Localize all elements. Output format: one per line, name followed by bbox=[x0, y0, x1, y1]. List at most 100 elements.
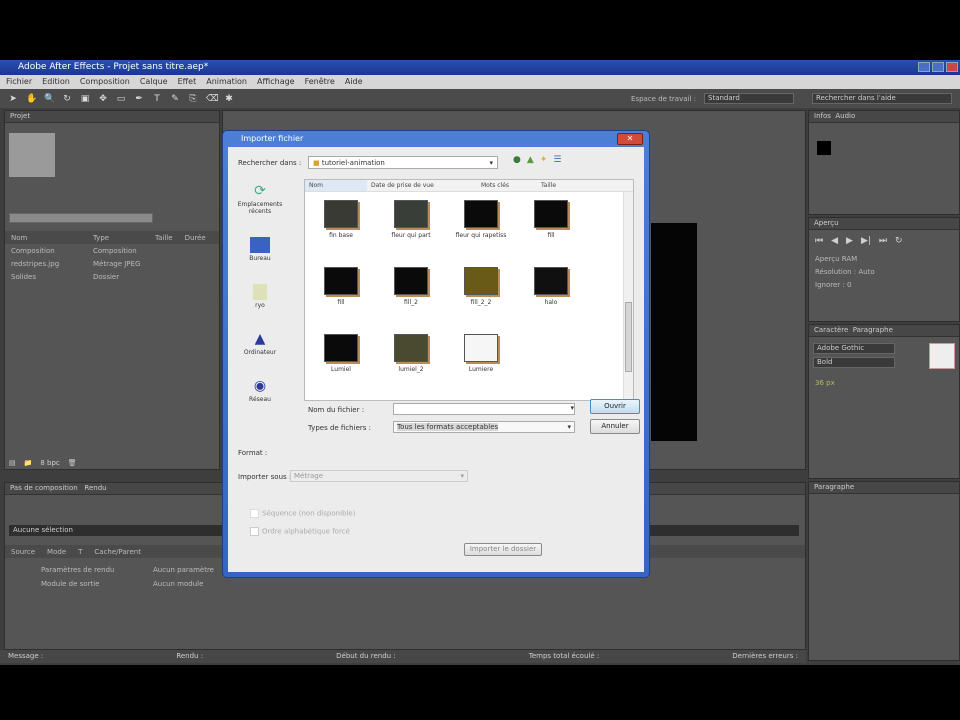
import-folder-button[interactable]: Importer le dossier bbox=[464, 543, 542, 556]
menu-composition[interactable]: Composition bbox=[80, 77, 130, 87]
info-tab[interactable]: Infos bbox=[814, 112, 831, 120]
menu-animation[interactable]: Animation bbox=[206, 77, 247, 87]
audio-tab[interactable]: Audio bbox=[835, 112, 855, 120]
last-frame-icon[interactable]: ⏭ bbox=[879, 236, 887, 246]
column-name[interactable]: Nom bbox=[11, 234, 81, 242]
new-folder-icon[interactable]: 📁 bbox=[24, 459, 33, 467]
import-as-select[interactable]: Métrage ▾ bbox=[290, 470, 468, 482]
project-tab[interactable]: Projet bbox=[5, 111, 219, 123]
trash-icon[interactable]: 🗑 bbox=[68, 459, 77, 467]
filetype-select[interactable]: Tous les formats acceptables ▾ bbox=[393, 421, 575, 433]
file-list-scrollbar[interactable] bbox=[623, 192, 633, 400]
menu-edit[interactable]: Edition bbox=[42, 77, 70, 87]
brush-tool-icon[interactable]: ✎ bbox=[170, 94, 180, 104]
selection-tool-icon[interactable]: ➤ bbox=[8, 94, 18, 104]
bpc-toggle[interactable]: 8 bpc bbox=[40, 459, 59, 467]
hand-tool-icon[interactable]: ✋ bbox=[26, 94, 37, 104]
dialog-close-button[interactable]: ✕ bbox=[617, 133, 643, 145]
mask-tool-icon[interactable]: ▭ bbox=[116, 94, 126, 104]
zoom-tool-icon[interactable]: 🔍 bbox=[44, 94, 55, 104]
pan-behind-tool-icon[interactable]: ✥ bbox=[98, 94, 108, 104]
pen-tool-icon[interactable]: ✒ bbox=[134, 94, 144, 104]
maximize-button[interactable] bbox=[932, 62, 944, 72]
interpret-footage-icon[interactable]: ▤ bbox=[9, 459, 16, 467]
menu-window[interactable]: Fenêtre bbox=[305, 77, 335, 87]
column-mode[interactable]: Mode bbox=[47, 548, 66, 556]
skip-option[interactable]: Ignorer : 0 bbox=[809, 278, 959, 291]
column-t[interactable]: T bbox=[78, 548, 82, 556]
render-tab[interactable]: Rendu bbox=[84, 484, 106, 492]
help-search-input[interactable]: Rechercher dans l'aide bbox=[812, 93, 952, 104]
first-frame-icon[interactable]: ⏮ bbox=[815, 236, 823, 246]
file-item[interactable]: fleur qui part bbox=[381, 200, 441, 239]
menu-file[interactable]: Fichier bbox=[6, 77, 32, 87]
rotate-tool-icon[interactable]: ↻ bbox=[62, 94, 72, 104]
column-date[interactable]: Date de prise de vue bbox=[367, 180, 477, 191]
row-value[interactable]: Aucun module bbox=[153, 580, 203, 588]
place-recent[interactable]: ⟳ Emplacements récents bbox=[230, 183, 290, 215]
file-item[interactable]: fleur qui rapetiss bbox=[451, 200, 511, 239]
puppet-tool-icon[interactable]: ✱ bbox=[224, 94, 234, 104]
column-duration[interactable]: Durée bbox=[185, 234, 206, 242]
camera-tool-icon[interactable]: ▣ bbox=[80, 94, 90, 104]
alphabetical-checkbox[interactable] bbox=[250, 527, 259, 536]
prev-frame-icon[interactable]: ◀ bbox=[831, 236, 838, 246]
column-parent[interactable]: Cache/Parent bbox=[94, 548, 141, 556]
menu-layer[interactable]: Calque bbox=[140, 77, 168, 87]
fill-color-swatch[interactable] bbox=[929, 343, 955, 369]
sequence-checkbox[interactable] bbox=[250, 509, 259, 518]
file-item[interactable]: halo bbox=[521, 267, 581, 306]
file-item[interactable]: fill bbox=[521, 200, 581, 239]
text-tool-icon[interactable]: T bbox=[152, 94, 162, 104]
project-search-input[interactable] bbox=[9, 213, 153, 223]
resolution-option[interactable]: Résolution : Auto bbox=[809, 265, 959, 278]
column-size[interactable]: Taille bbox=[537, 180, 597, 191]
back-icon[interactable]: ● bbox=[513, 155, 521, 165]
file-item[interactable]: Lumiere bbox=[451, 334, 511, 373]
project-item[interactable]: redstripes.jpg Métrage JPEG bbox=[5, 257, 219, 270]
project-item[interactable]: Solides Dossier bbox=[5, 270, 219, 283]
loop-icon[interactable]: ↻ bbox=[895, 236, 903, 246]
column-name[interactable]: Nom bbox=[305, 180, 367, 191]
file-item[interactable]: fin base bbox=[311, 200, 371, 239]
file-item[interactable]: fill bbox=[311, 267, 371, 306]
minimize-button[interactable] bbox=[918, 62, 930, 72]
look-in-select[interactable]: ■ tutoriel-animation ▾ bbox=[308, 156, 498, 169]
column-keywords[interactable]: Mots clés bbox=[477, 180, 537, 191]
place-computer[interactable]: ▲ Ordinateur bbox=[230, 331, 290, 356]
up-folder-icon[interactable]: ▲ bbox=[527, 155, 534, 165]
filename-input[interactable]: ▾ bbox=[393, 403, 575, 415]
open-button[interactable]: Ouvrir bbox=[590, 399, 640, 414]
place-network[interactable]: ◉ Réseau bbox=[230, 378, 290, 403]
project-item[interactable]: Composition Composition bbox=[5, 244, 219, 257]
render-settings-row[interactable]: Paramètres de rendu Aucun paramètre bbox=[35, 563, 220, 576]
menu-view[interactable]: Affichage bbox=[257, 77, 295, 87]
timeline-tab[interactable]: Pas de composition bbox=[10, 484, 78, 492]
paragraph-panel-tab[interactable]: Paragraphe bbox=[809, 482, 959, 494]
play-icon[interactable]: ▶ bbox=[846, 236, 853, 246]
cancel-button[interactable]: Annuler bbox=[590, 419, 640, 434]
font-style-select[interactable]: Bold bbox=[813, 357, 895, 368]
column-source[interactable]: Source bbox=[11, 548, 35, 556]
close-button[interactable] bbox=[946, 62, 958, 72]
menu-effect[interactable]: Effet bbox=[178, 77, 197, 87]
row-value[interactable]: Aucun paramètre bbox=[153, 566, 214, 574]
ram-preview-option[interactable]: Aperçu RAM bbox=[809, 252, 959, 265]
output-module-row[interactable]: Module de sortie Aucun module bbox=[35, 577, 209, 590]
clone-tool-icon[interactable]: ⎘ bbox=[188, 94, 198, 104]
file-item[interactable]: fill_2_2 bbox=[451, 267, 511, 306]
column-size[interactable]: Taille bbox=[155, 234, 173, 242]
place-user[interactable]: ryo bbox=[230, 284, 290, 309]
character-tab[interactable]: Caractère bbox=[814, 326, 848, 334]
file-item[interactable]: lumiel_2 bbox=[381, 334, 441, 373]
new-folder-icon[interactable]: ✦ bbox=[540, 155, 548, 165]
workspace-select[interactable]: Standard bbox=[704, 93, 794, 104]
view-menu-icon[interactable]: ☰ bbox=[553, 155, 561, 165]
file-item[interactable]: fill_2 bbox=[381, 267, 441, 306]
alphabetical-option[interactable]: Ordre alphabétique forcé bbox=[250, 527, 350, 536]
paragraph-tab[interactable]: Paragraphe bbox=[853, 326, 893, 334]
preview-tab[interactable]: Aperçu bbox=[809, 218, 959, 230]
menu-help[interactable]: Aide bbox=[345, 77, 363, 87]
column-type[interactable]: Type bbox=[93, 234, 143, 242]
scrollbar-thumb[interactable] bbox=[625, 302, 632, 372]
